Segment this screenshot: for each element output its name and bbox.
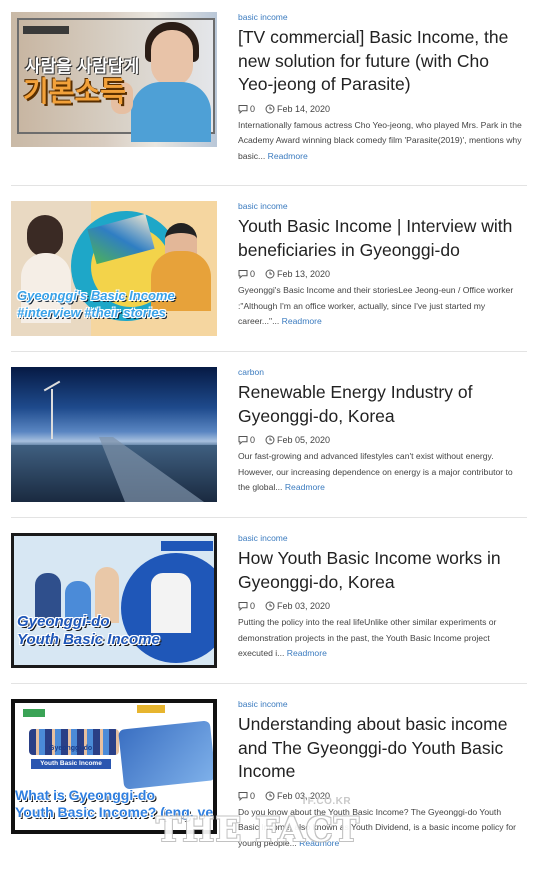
comment-count[interactable]: 0 [238,435,255,445]
clock-icon [265,104,275,113]
post-excerpt: Our fast-growing and advanced lifestyles… [238,449,523,496]
post-thumbnail[interactable]: Gyeonggi-do Youth Basic Income [11,533,217,668]
post-category[interactable]: basic income [238,201,523,212]
post-divider [11,351,527,352]
post-thumbnail[interactable]: Gyeonggi's Basic Income #interview #their… [11,201,217,336]
thumbnail-caption-line: Gyeonggi's Basic Income [17,288,175,303]
post-info: basic income Youth Basic Income | Interv… [238,201,523,330]
person-shirt [131,82,211,142]
thumbnail-border [11,699,217,834]
post-thumbnail[interactable]: 사람을 사람답게 기본소득 [11,12,217,147]
comment-count[interactable]: 0 [238,269,255,279]
thumbnail-border [11,533,217,668]
post-title[interactable]: Understanding about basic income and The… [238,713,523,784]
clock-icon [265,435,275,445]
post-thumbnail[interactable] [11,367,217,502]
post-category[interactable]: basic income [238,12,523,23]
post-excerpt: Do you know about the Youth Basic Income… [238,805,523,852]
post-title[interactable]: Youth Basic Income | Interview with bene… [238,215,523,262]
comment-count-value: 0 [250,103,256,114]
post-excerpt-text: Do you know about the Youth Basic Income… [238,806,517,848]
readmore-link[interactable]: Readmore [282,316,322,326]
comment-icon [238,602,248,611]
post-divider [11,683,527,684]
post-title[interactable]: How Youth Basic Income works in Gyeonggi… [238,547,523,594]
post-date: Feb 05, 2020 [265,435,330,445]
post-date-value: Feb 14, 2020 [277,103,331,114]
post-excerpt: Gyeonggi's Basic Income and their storie… [238,283,523,330]
post-divider [11,185,527,186]
comment-count-value: 0 [250,790,256,801]
readmore-link[interactable]: Readmore [287,648,327,658]
clock-icon [265,269,275,279]
post-excerpt: Putting the policy into the real lifeUnl… [238,615,523,662]
post-date: Feb 14, 2020 [265,104,330,114]
post-info: basic income Understanding about basic i… [238,699,523,851]
post-category[interactable]: basic income [238,533,523,544]
clock-icon [265,791,275,800]
post-date: Feb 13, 2020 [265,269,330,279]
post-info: basic income How Youth Basic Income work… [238,533,523,662]
comment-count-value: 0 [250,601,256,611]
post-title[interactable]: Renewable Energy Industry of Gyeonggi-do… [238,381,523,428]
person-face [151,30,193,86]
person-hair [27,215,63,257]
wind-turbine-tower [51,389,53,439]
post-info: basic income [TV commercial] Basic Incom… [238,12,523,164]
thumbnail-headline: 기본소득 [23,76,127,107]
post-meta: 0 Feb 03, 2020 [238,791,523,801]
post-excerpt-text: Gyeonggi's Basic Income and their storie… [238,285,514,326]
readmore-link[interactable]: Readmore [285,482,325,492]
comment-count-value: 0 [250,435,256,445]
post-excerpt-text: Our fast-growing and advanced lifestyles… [238,451,513,492]
post-meta: 0 Feb 13, 2020 [238,269,523,279]
post-date-value: Feb 03, 2020 [277,790,331,801]
comment-icon [238,436,248,445]
comment-count-value: 0 [250,269,256,279]
post-date: Feb 03, 2020 [265,601,330,611]
comment-count[interactable]: 0 [238,791,255,801]
clock-icon [265,601,275,611]
post-category[interactable]: carbon [238,367,523,378]
comment-icon [238,791,248,801]
thumbnail-caption: Gyeonggi's Basic Income #interview #their… [17,287,175,321]
comment-icon [238,104,248,114]
post-date: Feb 03, 2020 [265,791,330,801]
post-info: carbon Renewable Energy Industry of Gyeo… [238,367,523,496]
comment-count[interactable]: 0 [238,104,255,114]
post-thumbnail[interactable]: Gyeonggi-do Youth Basic Income What is G… [11,699,217,834]
readmore-link[interactable]: Readmore [268,151,308,161]
post-date-value: Feb 05, 2020 [277,435,331,445]
post-excerpt: Internationally famous actress Cho Yeo-j… [238,118,523,165]
post-category[interactable]: basic income [238,699,523,710]
post-excerpt-text: Putting the policy into the real lifeUnl… [238,617,497,658]
post-title[interactable]: [TV commercial] Basic Income, the new so… [238,26,523,97]
thumbnail-caption-line: #interview #their stories [17,305,166,320]
comment-count[interactable]: 0 [238,601,255,611]
readmore-link[interactable]: Readmore [299,838,339,848]
comment-icon [238,270,248,279]
thumbnail-tag [23,26,69,34]
post-meta: 0 Feb 14, 2020 [238,104,523,114]
post-date-value: Feb 13, 2020 [277,269,331,279]
post-meta: 0 Feb 03, 2020 [238,601,523,611]
post-meta: 0 Feb 05, 2020 [238,435,523,445]
post-divider [11,517,527,518]
post-date-value: Feb 03, 2020 [277,601,331,611]
